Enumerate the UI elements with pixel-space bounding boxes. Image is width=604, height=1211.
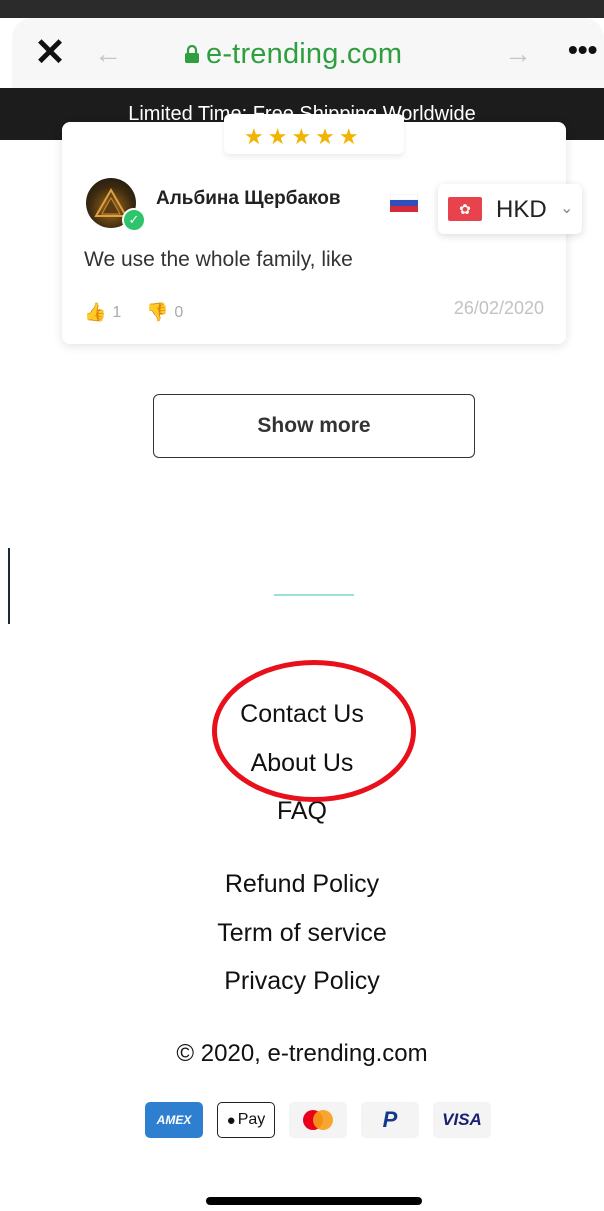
home-indicator [206,1197,422,1205]
copyright: © 2020, e-trending.com [176,1040,428,1067]
mastercard-circles-icon [303,1110,333,1130]
status-bar [0,0,604,18]
verified-check-icon: ✓ [122,208,146,232]
url-bar[interactable]: e-trending.com [184,34,402,74]
visa-icon: VISA [433,1102,491,1138]
dislike-button[interactable]: 👎 0 [146,302,183,323]
url-text: e-trending.com [206,37,403,70]
footer-link-terms-of-service[interactable]: Term of service [0,919,604,948]
footer-link-privacy-policy[interactable]: Privacy Policy [0,967,604,996]
browser-toolbar: ✕ ← e-trending.com → ••• [12,18,604,88]
lock-icon [185,45,199,63]
hong-kong-flag-icon: ✿ [448,197,482,221]
dislike-count: 0 [174,303,184,321]
payment-methods: AMEX ● Pay P VISA [145,1102,491,1138]
apple-pay-icon: ● Pay [217,1102,275,1138]
forward-arrow-icon[interactable]: → [504,34,532,74]
mastercard-icon [289,1102,347,1138]
show-more-button[interactable]: Show more [153,394,475,458]
more-icon[interactable]: ••• [568,32,597,68]
highlight-annotation [212,660,416,802]
chevron-down-icon: ⌄ [560,200,574,217]
review-card: ★★★★★ ✓ Альбина Щербаков ✿ HKD ⌄ We use … [62,114,582,344]
close-icon[interactable]: ✕ [30,32,70,74]
amex-icon: AMEX [145,1102,203,1138]
star-rating: ★★★★★ [244,124,363,149]
like-count: 1 [112,303,122,321]
paypal-icon: P [361,1102,419,1138]
apple-pay-label: Pay [237,1111,266,1128]
side-divider [8,548,10,624]
footer-link-refund-policy[interactable]: Refund Policy [0,870,604,899]
reviewer-name: Альбина Щербаков [156,188,341,209]
rating-box: ★★★★★ [224,114,404,154]
like-button[interactable]: 👍 1 [84,302,121,323]
back-arrow-icon[interactable]: ← [94,34,122,74]
currency-code: HKD [496,196,547,223]
apple-logo-icon: ● [226,1111,236,1129]
currency-selector[interactable]: ✿ HKD ⌄ [438,184,582,234]
thumbs-up-icon: 👍 [84,302,107,322]
russia-flag-icon [390,194,418,212]
review-text: We use the whole family, like [84,248,353,271]
review-date: 26/02/2020 [453,298,544,318]
accent-divider [274,594,354,596]
thumbs-down-icon: 👎 [146,302,169,322]
